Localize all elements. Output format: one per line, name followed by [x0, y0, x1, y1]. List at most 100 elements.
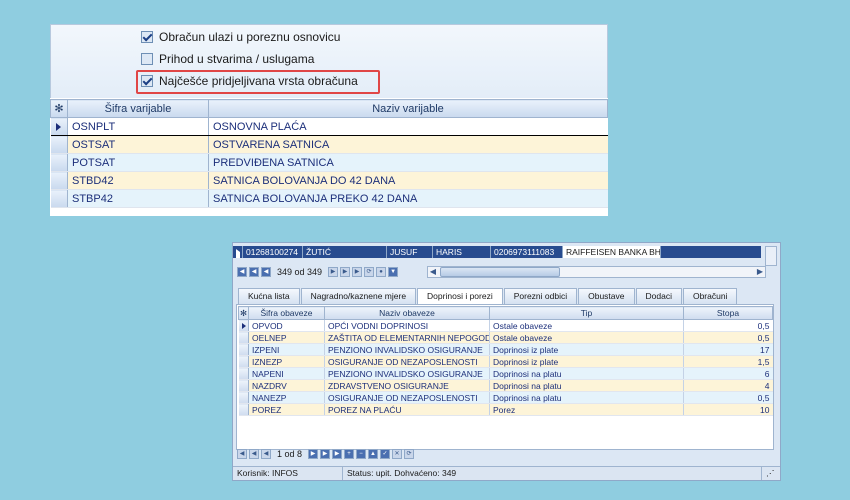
cell-type[interactable]: Doprinosi iz plate: [489, 355, 684, 368]
cell-code[interactable]: POREZ: [248, 403, 325, 416]
cell-parent-name[interactable]: HARIS: [433, 246, 491, 258]
cell-name[interactable]: SATNICA BOLOVANJA PREKO 42 DANA: [208, 189, 608, 208]
cell-code[interactable]: NAZDRV: [248, 379, 325, 392]
table-row[interactable]: NANEZP OSIGURANJE OD NEZAPOSLENOSTI Dopr…: [238, 391, 773, 404]
cell-type[interactable]: Doprinosi iz plate: [489, 343, 684, 356]
refresh-icon[interactable]: ⟳: [364, 266, 375, 277]
table-row[interactable]: OSNPLT OSNOVNA PLAĆA: [50, 117, 608, 136]
cell-type[interactable]: Ostale obaveze: [489, 331, 684, 344]
column-header-code[interactable]: Šifra obaveze: [248, 306, 325, 320]
table-row[interactable]: OSTSAT OSTVARENA SATNICA: [50, 135, 608, 154]
next-page-icon[interactable]: ▶: [340, 266, 351, 277]
filter-icon[interactable]: ▼: [388, 266, 399, 277]
cell-type[interactable]: Doprinosi na platu: [489, 379, 684, 392]
cell-rate[interactable]: 6: [683, 367, 773, 380]
cell-rate[interactable]: 17: [683, 343, 773, 356]
cell-name[interactable]: PENZIONO INVALIDSKO OSIGURANJE: [324, 367, 490, 380]
last-record-icon[interactable]: ▶: [352, 266, 363, 277]
cell-type[interactable]: Porez: [489, 403, 684, 416]
table-row[interactable]: OELNEP ZAŠTITA OD ELEMENTARNIH NEPOGODA …: [238, 331, 773, 344]
table-row[interactable]: STBP42 SATNICA BOLOVANJA PREKO 42 DANA: [50, 189, 608, 208]
tab-dodaci[interactable]: Dodaci: [635, 288, 682, 304]
last-record-icon[interactable]: ▶: [332, 448, 343, 459]
cell-employee-id[interactable]: 01268100274: [243, 246, 303, 258]
tab-kucna-lista[interactable]: Kućna lista: [238, 288, 300, 304]
cell-bank[interactable]: RAIFFEISEN BANKA BH: [563, 246, 661, 258]
column-header-name[interactable]: Naziv varijable: [208, 99, 608, 118]
table-row[interactable]: OPVOD OPĆI VODNI DOPRINOSI Ostale obavez…: [238, 319, 773, 332]
cell-name[interactable]: OSIGURANJE OD NEZAPOSLENOSTI: [324, 391, 490, 404]
cell-name[interactable]: ZAŠTITA OD ELEMENTARNIH NEPOGODA: [324, 331, 490, 344]
cell-code[interactable]: IZPENI: [248, 343, 325, 356]
scroll-left-icon[interactable]: ◀: [427, 266, 439, 278]
delete-icon[interactable]: −: [356, 448, 367, 459]
horizontal-scrollbar[interactable]: ◀ ▶: [427, 266, 766, 278]
cancel-icon[interactable]: ✕: [392, 448, 403, 459]
grid-corner[interactable]: ✻: [238, 306, 249, 320]
save-icon[interactable]: ●: [376, 266, 387, 277]
cell-code[interactable]: IZNEZP: [248, 355, 325, 368]
cell-code[interactable]: OSNPLT: [67, 117, 209, 136]
employee-row[interactable]: 01268100274 ŽUTIĆ JUSUF HARIS 0206973111…: [233, 246, 761, 258]
next-record-icon[interactable]: ▶: [328, 266, 339, 277]
cell-rate[interactable]: 0,5: [683, 331, 773, 344]
cell-name[interactable]: PENZIONO INVALIDSKO OSIGURANJE: [324, 343, 490, 356]
cell-type[interactable]: Ostale obaveze: [489, 319, 684, 332]
next-record-icon[interactable]: ▶: [308, 448, 319, 459]
tab-porezni-odbici[interactable]: Porezni odbici: [503, 288, 578, 304]
cell-name[interactable]: JUSUF: [387, 246, 433, 258]
column-header-code[interactable]: Šifra varijable: [67, 99, 209, 118]
prev-page-icon[interactable]: ◀: [249, 448, 259, 459]
cell-name[interactable]: POREZ NA PLAĆU: [324, 403, 490, 416]
cell-name[interactable]: SATNICA BOLOVANJA DO 42 DANA: [208, 171, 608, 190]
tab-obracuni[interactable]: Obračuni: [682, 288, 738, 304]
prev-page-icon[interactable]: ◀: [249, 266, 259, 277]
cell-code[interactable]: OPVOD: [248, 319, 325, 332]
refresh-icon[interactable]: ⟳: [404, 448, 415, 459]
cell-name[interactable]: OSTVARENA SATNICA: [208, 135, 608, 154]
prev-record-icon[interactable]: ◀: [261, 266, 271, 277]
cell-name[interactable]: OSNOVNA PLAĆA: [208, 117, 608, 136]
cell-type[interactable]: Doprinosi na platu: [489, 367, 684, 380]
cell-rate[interactable]: 10: [683, 403, 773, 416]
cell-rate[interactable]: 4: [683, 379, 773, 392]
column-header-rate[interactable]: Stopa: [683, 306, 773, 320]
cell-name[interactable]: OSIGURANJE OD NEZAPOSLENOSTI: [324, 355, 490, 368]
prev-record-icon[interactable]: ◀: [261, 448, 271, 459]
vertical-scrollbar[interactable]: [765, 246, 777, 266]
table-row[interactable]: STBD42 SATNICA BOLOVANJA DO 42 DANA: [50, 171, 608, 190]
first-record-icon[interactable]: ◀: [237, 448, 247, 459]
scroll-thumb[interactable]: [440, 267, 560, 277]
cell-rate[interactable]: 1,5: [683, 355, 773, 368]
first-record-icon[interactable]: ◀: [237, 266, 247, 277]
cell-code[interactable]: STBP42: [67, 189, 209, 208]
cell-code[interactable]: NAPENI: [248, 367, 325, 380]
cell-code[interactable]: STBD42: [67, 171, 209, 190]
checkbox-row-tax-base[interactable]: Obračun ulazi u poreznu osnovicu: [141, 28, 340, 46]
table-row[interactable]: NAPENI PENZIONO INVALIDSKO OSIGURANJE Do…: [238, 367, 773, 380]
table-row[interactable]: NAZDRV ZDRAVSTVENO OSIGURANJE Doprinosi …: [238, 379, 773, 392]
cell-code[interactable]: NANEZP: [248, 391, 325, 404]
table-row[interactable]: POREZ POREZ NA PLAĆU Porez 10: [238, 403, 773, 416]
checkbox-row-in-kind[interactable]: Prihod u stvarima / uslugama: [141, 50, 314, 68]
cell-code[interactable]: OELNEP: [248, 331, 325, 344]
cell-code[interactable]: OSTSAT: [67, 135, 209, 154]
cell-surname[interactable]: ŽUTIĆ: [303, 246, 387, 258]
cell-name[interactable]: ZDRAVSTVENO OSIGURANJE: [324, 379, 490, 392]
cell-rate[interactable]: 0,5: [683, 391, 773, 404]
cell-code[interactable]: POTSAT: [67, 153, 209, 172]
tab-obustave[interactable]: Obustave: [578, 288, 635, 304]
grid-corner[interactable]: ✻: [50, 99, 68, 118]
tab-nagradno-kaznene-mjere[interactable]: Nagradno/kaznene mjere: [300, 288, 417, 304]
table-row[interactable]: IZPENI PENZIONO INVALIDSKO OSIGURANJE Do…: [238, 343, 773, 356]
checkbox-in-kind[interactable]: [141, 53, 153, 65]
column-header-name[interactable]: Naziv obaveze: [324, 306, 490, 320]
post-icon[interactable]: ✓: [380, 448, 391, 459]
cell-name[interactable]: PREDVIĐENA SATNICA: [208, 153, 608, 172]
table-row[interactable]: IZNEZP OSIGURANJE OD NEZAPOSLENOSTI Dopr…: [238, 355, 773, 368]
cell-name[interactable]: OPĆI VODNI DOPRINOSI: [324, 319, 490, 332]
cell-rate[interactable]: 0,5: [683, 319, 773, 332]
resize-grip-icon[interactable]: ⋰: [762, 467, 779, 480]
scroll-right-icon[interactable]: ▶: [754, 266, 766, 278]
cell-account[interactable]: 0206973111083: [491, 246, 563, 258]
